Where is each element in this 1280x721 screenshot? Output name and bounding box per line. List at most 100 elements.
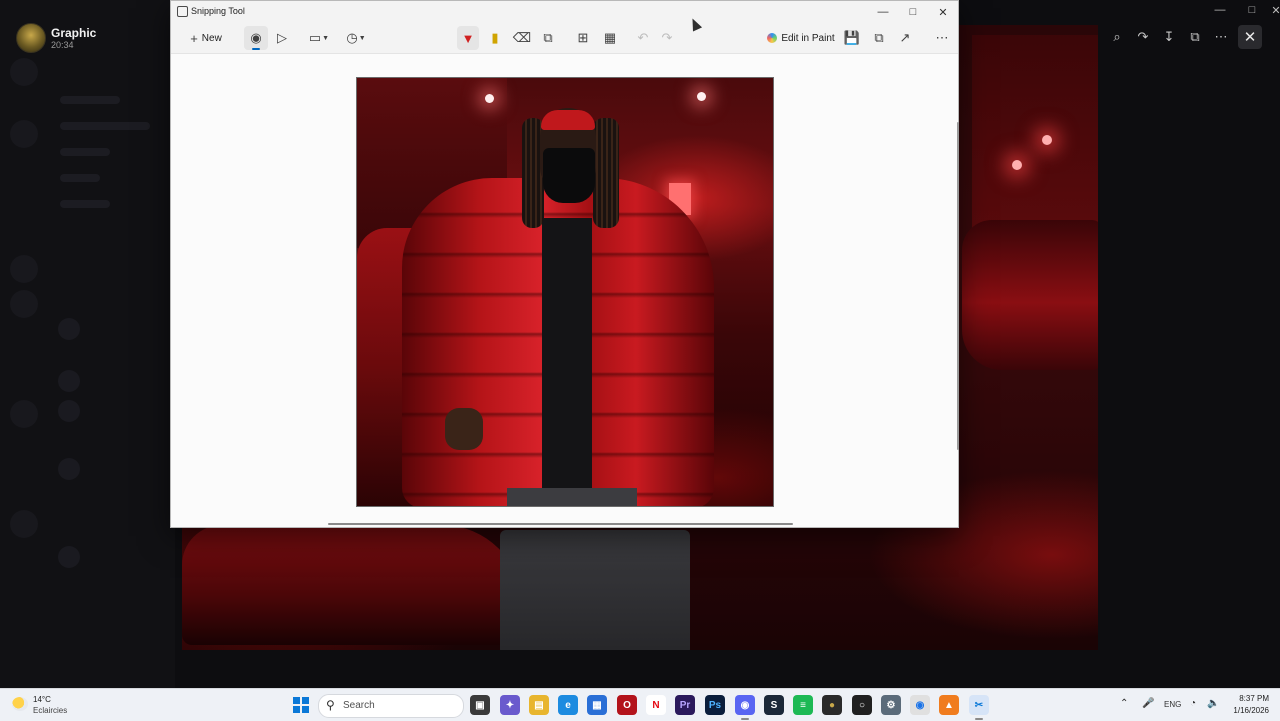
eraser-button[interactable]: ⌫ bbox=[511, 26, 533, 50]
new-snip-button[interactable]: + New bbox=[182, 26, 230, 50]
more-icon[interactable]: ⋯ bbox=[1210, 24, 1232, 50]
edge-icon[interactable]: e bbox=[558, 695, 578, 715]
taskbar: 14°C Eclaircies ⚲ Search ▣ ✦ ▤ e ▦ O N P… bbox=[0, 688, 1280, 721]
highlighter-button[interactable]: ▮ bbox=[484, 26, 506, 50]
member-avatar bbox=[58, 318, 80, 340]
image-hair bbox=[593, 118, 619, 228]
ballpoint-pen-button[interactable]: ▼ bbox=[457, 26, 479, 50]
shapes-icon: ⧉ bbox=[543, 30, 553, 45]
avatar[interactable] bbox=[16, 23, 46, 53]
share-button[interactable]: ↗ bbox=[894, 26, 916, 50]
server-icon bbox=[10, 58, 38, 86]
server-icon bbox=[10, 510, 38, 538]
app-icon[interactable]: ● bbox=[822, 695, 842, 715]
task-view-icon[interactable]: ▣ bbox=[470, 695, 490, 715]
edit-in-paint-label: Edit in Paint bbox=[781, 32, 835, 44]
screenshot-mode-button[interactable]: ◉ bbox=[244, 26, 268, 50]
steam-icon[interactable]: S bbox=[764, 695, 784, 715]
minimize-icon[interactable]: — bbox=[1204, 0, 1236, 20]
snip-canvas[interactable] bbox=[171, 54, 959, 527]
opera-icon[interactable]: O bbox=[617, 695, 637, 715]
copy-button[interactable]: ⧉ bbox=[868, 26, 890, 50]
member-avatar bbox=[58, 458, 80, 480]
snipping-tool-taskbar-icon[interactable]: ✂ bbox=[969, 695, 989, 720]
chrome-icon[interactable]: ◉ bbox=[910, 695, 930, 715]
image-bandana bbox=[541, 110, 595, 130]
wifi-icon[interactable]: ◔ bbox=[1190, 698, 1196, 709]
member-avatar bbox=[58, 370, 80, 392]
photo-street-light bbox=[1012, 160, 1022, 170]
search-placeholder: Search bbox=[343, 700, 375, 711]
file-explorer-icon[interactable]: ▤ bbox=[529, 695, 549, 715]
eraser-icon: ⌫ bbox=[512, 30, 532, 45]
image-face-mask bbox=[543, 148, 595, 203]
taskbar-search[interactable]: ⚲ Search bbox=[318, 694, 464, 718]
paint-icon bbox=[767, 33, 778, 43]
clock-time[interactable]: 8:37 PM bbox=[1227, 694, 1269, 703]
zoom-icon[interactable]: ⌕ bbox=[1106, 24, 1128, 50]
store-icon[interactable]: ▦ bbox=[587, 695, 607, 715]
delay-dropdown[interactable]: ◷ ▼ bbox=[343, 26, 369, 50]
minimize-button[interactable]: — bbox=[868, 1, 898, 23]
channel-row bbox=[60, 148, 110, 156]
video-mode-button[interactable]: ▷ bbox=[271, 26, 293, 50]
language-indicator[interactable]: ENG bbox=[1164, 700, 1181, 709]
server-icon bbox=[10, 290, 38, 318]
photo-car bbox=[962, 220, 1098, 370]
microphone-icon[interactable]: 🎤 bbox=[1142, 698, 1154, 709]
spotify-icon[interactable]: ≡ bbox=[793, 695, 813, 715]
image-street-light bbox=[485, 94, 494, 103]
download-icon[interactable]: ↧ bbox=[1158, 24, 1180, 50]
start-button[interactable] bbox=[293, 697, 309, 713]
channel-row bbox=[60, 174, 100, 182]
pen-icon: ▼ bbox=[461, 30, 475, 46]
redo-button[interactable]: ↷ bbox=[656, 26, 678, 50]
rectangle-icon: ▭ bbox=[308, 30, 322, 45]
open-external-icon[interactable]: ⧉ bbox=[1184, 24, 1206, 50]
shapes-button[interactable]: ⧉ bbox=[537, 26, 559, 50]
photo-figure-legs bbox=[500, 530, 690, 650]
title-bar[interactable]: Snipping Tool — □ ✕ bbox=[171, 1, 958, 23]
settings-gear-icon[interactable]: ⚙ bbox=[881, 695, 901, 715]
weather-description[interactable]: Eclaircies bbox=[33, 706, 67, 715]
maximize-icon[interactable]: □ bbox=[1236, 0, 1268, 20]
photoshop-icon[interactable]: Ps bbox=[705, 695, 725, 715]
horizontal-scrollbar[interactable] bbox=[328, 523, 793, 525]
discord-icon[interactable]: ◉ bbox=[735, 695, 755, 720]
copy-icon: ⧉ bbox=[874, 30, 884, 45]
video-camera-icon: ▷ bbox=[277, 30, 287, 45]
vlc-icon[interactable]: ▲ bbox=[939, 695, 959, 715]
clock-date[interactable]: 1/16/2026 bbox=[1221, 706, 1269, 715]
weather-temperature[interactable]: 14°C bbox=[33, 695, 51, 704]
server-icon bbox=[10, 400, 38, 428]
forward-icon[interactable]: ↷ bbox=[1132, 24, 1154, 50]
copilot-icon[interactable]: ✦ bbox=[500, 695, 520, 715]
chevron-down-icon: ▼ bbox=[358, 34, 366, 42]
text-actions-button[interactable]: ▦ bbox=[599, 26, 621, 50]
save-icon: 💾 bbox=[843, 30, 861, 45]
close-button[interactable]: ✕ bbox=[928, 1, 958, 23]
maximize-button[interactable]: □ bbox=[898, 1, 928, 23]
member-avatar bbox=[58, 400, 80, 422]
undo-button[interactable]: ↶ bbox=[632, 26, 654, 50]
close-icon[interactable]: ✕ bbox=[1268, 0, 1280, 20]
save-button[interactable]: 💾 bbox=[841, 26, 863, 50]
more-options-button[interactable]: ⋯ bbox=[931, 26, 953, 50]
premiere-pro-icon[interactable]: Pr bbox=[675, 695, 695, 715]
crop-button[interactable]: ⊞ bbox=[572, 26, 594, 50]
viewer-close-button[interactable]: ✕ bbox=[1238, 25, 1262, 49]
netflix-icon[interactable]: N bbox=[646, 695, 666, 715]
captured-image[interactable] bbox=[356, 77, 774, 507]
active-indicator bbox=[252, 48, 260, 50]
vertical-scrollbar[interactable] bbox=[957, 122, 959, 450]
snip-shape-dropdown[interactable]: ▭ ▼ bbox=[306, 26, 332, 50]
volume-icon[interactable]: 🔈 bbox=[1207, 698, 1219, 709]
member-avatar bbox=[58, 546, 80, 568]
weather-icon[interactable] bbox=[12, 697, 28, 711]
edit-in-paint-button[interactable]: Edit in Paint bbox=[765, 26, 837, 50]
chevron-up-icon[interactable]: ⌃ bbox=[1120, 698, 1128, 709]
text-actions-icon: ▦ bbox=[603, 30, 617, 45]
background-window-controls: — □ ✕ bbox=[1204, 0, 1280, 20]
obs-icon[interactable]: ○ bbox=[852, 695, 872, 715]
chevron-down-icon: ▼ bbox=[322, 34, 330, 42]
